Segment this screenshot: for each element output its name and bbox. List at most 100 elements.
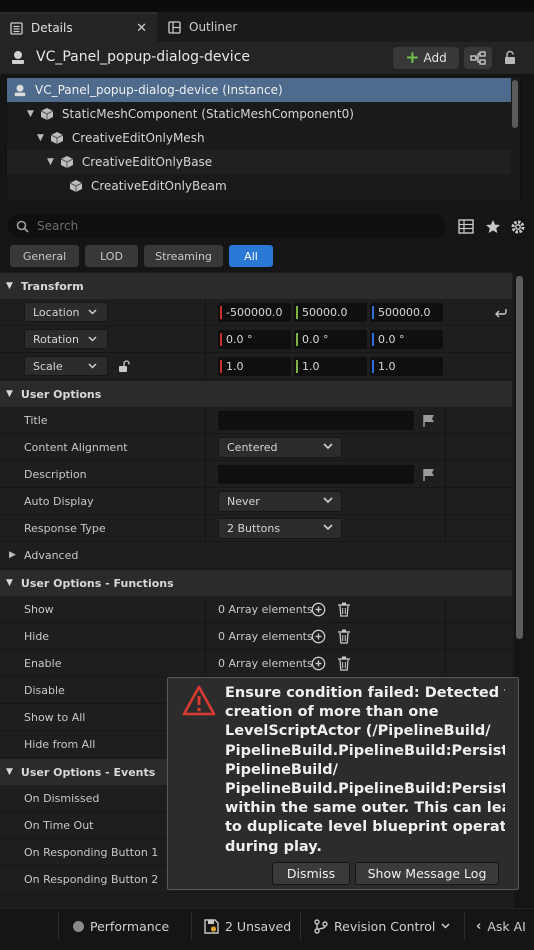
filter-label: All <box>244 249 258 263</box>
column-divider <box>205 515 206 542</box>
property-label: Auto Display <box>24 495 94 508</box>
dismiss-button[interactable]: Dismiss <box>272 862 350 885</box>
column-divider <box>205 650 206 677</box>
rotation-y-field[interactable]: 0.0 ° <box>294 330 367 349</box>
tab-outliner[interactable]: Outliner <box>160 12 270 42</box>
add-component-button[interactable]: + Add <box>393 47 459 69</box>
filter-label: LOD <box>100 249 123 263</box>
column-divider <box>205 326 206 353</box>
filter-label: General <box>22 249 67 263</box>
table-view-icon[interactable] <box>458 219 474 234</box>
tab-details[interactable]: Details ✕ <box>0 12 157 42</box>
performance-button[interactable]: Performance <box>73 908 169 944</box>
scale-mode-dropdown[interactable]: Scale <box>24 356 108 376</box>
expand-arrow-icon[interactable]: ▼ <box>47 157 54 167</box>
property-label: Show <box>24 603 54 616</box>
scale-x-field[interactable]: 1.0 <box>218 357 291 376</box>
location-mode-dropdown[interactable]: Location <box>24 302 108 322</box>
property-label: Rotation <box>33 332 80 346</box>
lock-icon[interactable] <box>503 50 517 65</box>
revision-control-button[interactable]: Revision Control <box>314 908 450 944</box>
property-label: On Responding Button 2 <box>24 873 159 886</box>
property-response-type: Response Type 2 Buttons <box>0 515 512 542</box>
property-label: Response Type <box>24 522 106 535</box>
property-rotation: Rotation 0.0 ° 0.0 ° 0.0 ° <box>0 326 512 353</box>
unlock-icon[interactable] <box>118 360 131 373</box>
gear-icon[interactable] <box>510 219 526 235</box>
property-hide: Hide 0 Array elements <box>0 623 512 650</box>
array-count: 0 Array elements <box>218 657 313 670</box>
chevron-down-icon <box>88 363 97 369</box>
search-input[interactable]: Search <box>8 214 445 238</box>
property-label: Advanced <box>24 549 79 562</box>
star-icon[interactable] <box>485 219 501 234</box>
ask-ai-button[interactable]: ‹ Ask AI <box>476 908 526 944</box>
rotation-x-field[interactable]: 0.0 ° <box>218 330 291 349</box>
response-type-dropdown[interactable]: 2 Buttons <box>218 518 342 539</box>
column-divider <box>205 596 206 623</box>
add-element-icon[interactable] <box>311 656 326 671</box>
rotation-z-field[interactable]: 0.0 ° <box>370 330 443 349</box>
flag-icon[interactable] <box>422 414 436 427</box>
filter-all[interactable]: All <box>229 245 273 267</box>
tree-item-editonlybase[interactable]: ▼ CreativeEditOnlyBase <box>7 150 511 174</box>
tree-scrollbar[interactable] <box>512 80 518 128</box>
tree-item-staticmesh[interactable]: ▼ StaticMeshComponent (StaticMeshCompone… <box>7 102 511 126</box>
panel-scrollbar[interactable] <box>516 276 523 639</box>
tree-item-label: CreativeEditOnlyBeam <box>91 179 227 193</box>
location-x-field[interactable]: -500000.0 <box>218 303 291 322</box>
add-element-icon[interactable] <box>311 629 326 644</box>
location-z-field[interactable]: 500000.0 <box>370 303 443 322</box>
tree-item-editonlybeam[interactable]: CreativeEditOnlyBeam <box>7 174 511 198</box>
unsaved-button[interactable]: 2 Unsaved <box>204 908 291 944</box>
property-label: On Responding Button 1 <box>24 846 159 859</box>
expand-arrow-icon[interactable]: ▼ <box>27 109 34 119</box>
filter-lod[interactable]: LOD <box>85 245 138 267</box>
category-label: Transform <box>20 279 84 293</box>
category-user-options[interactable]: ▼ User Options <box>0 381 512 407</box>
category-user-options-functions[interactable]: ▼ User Options - Functions <box>0 570 512 596</box>
tree-item-editonlymesh[interactable]: ▼ CreativeEditOnlyMesh <box>7 126 511 150</box>
tree-item-label: CreativeEditOnlyBase <box>81 155 213 169</box>
branch-icon <box>314 918 328 934</box>
trash-icon[interactable] <box>337 656 351 671</box>
scale-z-field[interactable]: 1.0 <box>370 357 443 376</box>
collapse-arrow-icon: ▼ <box>6 578 13 588</box>
collapse-arrow-icon: ▼ <box>6 281 13 291</box>
add-label: Add <box>423 51 447 65</box>
description-input[interactable] <box>218 465 414 484</box>
show-message-log-button[interactable]: Show Message Log <box>355 862 499 885</box>
close-icon[interactable]: ✕ <box>136 21 147 36</box>
blueprint-button[interactable] <box>464 47 492 69</box>
column-divider <box>205 623 206 650</box>
tab-bar: Details ✕ Outliner <box>0 12 534 42</box>
rotation-mode-dropdown[interactable]: Rotation <box>24 329 108 349</box>
content-alignment-dropdown[interactable]: Centered <box>218 437 342 458</box>
scale-y-field[interactable]: 1.0 <box>294 357 367 376</box>
property-description: Description <box>0 461 512 488</box>
filter-streaming[interactable]: Streaming <box>144 245 223 267</box>
cube-icon <box>60 155 74 169</box>
property-label: Disable <box>24 684 65 697</box>
trash-icon[interactable] <box>337 602 351 617</box>
column-divider <box>445 461 446 488</box>
category-transform[interactable]: ▼ Transform <box>0 273 512 299</box>
title-input[interactable] <box>218 411 414 430</box>
add-element-icon[interactable] <box>311 602 326 617</box>
flag-icon[interactable] <box>422 468 436 481</box>
reset-arrow-icon[interactable] <box>494 306 508 318</box>
filter-general[interactable]: General <box>10 245 79 267</box>
column-divider <box>205 407 206 434</box>
array-count: 0 Array elements <box>218 630 313 643</box>
property-location: Location -500000.0 50000.0 500000.0 <box>0 299 512 326</box>
column-divider <box>445 407 446 434</box>
tab-details-label: Details <box>31 21 73 35</box>
expand-arrow-icon[interactable]: ▼ <box>37 133 44 143</box>
trash-icon[interactable] <box>337 629 351 644</box>
property-advanced[interactable]: ▶ Advanced <box>0 542 512 569</box>
tree-item-label: VC_Panel_popup-dialog-device (Instance) <box>35 83 283 97</box>
auto-display-dropdown[interactable]: Never <box>218 491 342 512</box>
location-y-field[interactable]: 50000.0 <box>294 303 367 322</box>
cube-icon <box>69 179 83 193</box>
tree-item-instance[interactable]: VC_Panel_popup-dialog-device (Instance) <box>7 78 511 102</box>
